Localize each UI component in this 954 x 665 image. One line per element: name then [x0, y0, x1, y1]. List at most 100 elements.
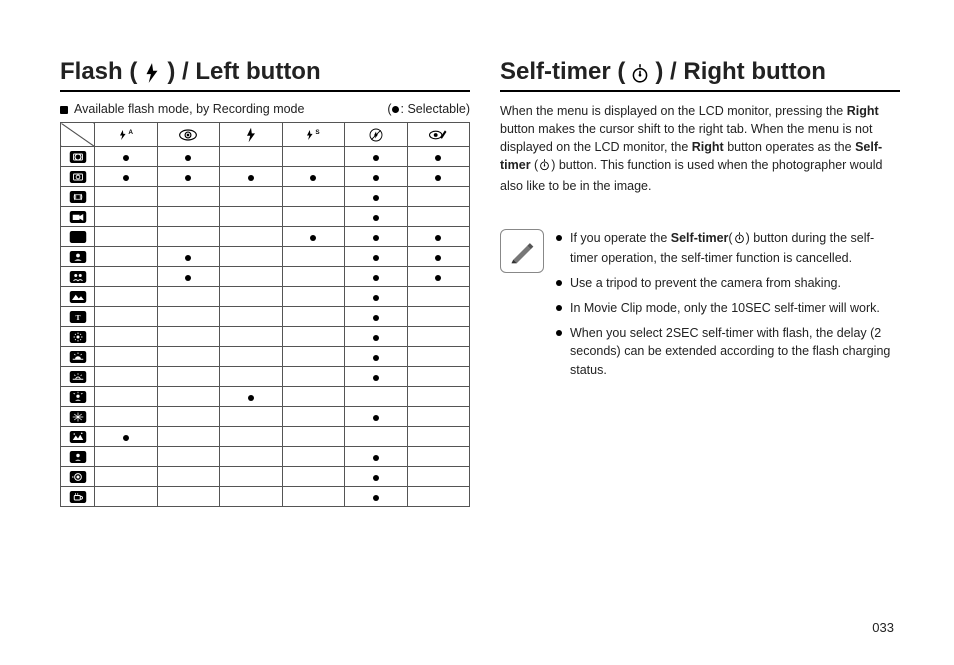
cell	[407, 287, 470, 307]
mode-icon-night	[61, 227, 95, 247]
table-caption-row: Available flash mode, by Recording mode …	[60, 102, 470, 116]
cell	[95, 467, 158, 487]
mode-icon-closeup	[61, 327, 95, 347]
cell	[95, 287, 158, 307]
cell	[157, 387, 220, 407]
mode-icon-cafe	[61, 487, 95, 507]
cell	[407, 407, 470, 427]
cell	[345, 227, 408, 247]
cell	[345, 427, 408, 447]
table-row	[61, 447, 470, 467]
cell	[282, 327, 345, 347]
mode-icon-backlight	[61, 387, 95, 407]
svg-text:T: T	[75, 313, 80, 322]
cell	[282, 447, 345, 467]
mode-icon-self-shot	[61, 447, 95, 467]
cell	[345, 467, 408, 487]
note-item: In Movie Clip mode, only the 10SEC self-…	[556, 299, 900, 318]
selftimer-paragraph: When the menu is displayed on the LCD mo…	[500, 102, 900, 195]
cell	[95, 247, 158, 267]
cell	[220, 407, 283, 427]
cell	[157, 327, 220, 347]
cell	[95, 387, 158, 407]
note-item: If you operate the Self-timer() button d…	[556, 229, 900, 269]
cell	[345, 167, 408, 187]
cell	[95, 307, 158, 327]
cell	[282, 467, 345, 487]
cell	[345, 187, 408, 207]
cell	[95, 207, 158, 227]
mode-icon-program	[61, 167, 95, 187]
cell	[282, 247, 345, 267]
cell	[345, 367, 408, 387]
cell	[220, 347, 283, 367]
table-row	[61, 167, 470, 187]
mode-icon-portrait	[61, 247, 95, 267]
cell	[282, 487, 345, 507]
cell	[407, 247, 470, 267]
heading-text: ) / Left button	[167, 58, 320, 86]
cell	[220, 327, 283, 347]
table-corner	[61, 123, 95, 147]
cell	[345, 247, 408, 267]
left-column: Flash ( ) / Left button Available flash …	[60, 58, 470, 645]
cell	[282, 427, 345, 447]
table-row	[61, 247, 470, 267]
table-row	[61, 347, 470, 367]
cell	[157, 487, 220, 507]
cell	[157, 407, 220, 427]
mode-icon-auto	[61, 147, 95, 167]
cell	[407, 387, 470, 407]
cell	[220, 287, 283, 307]
cell	[157, 367, 220, 387]
mode-icon-dual-is	[61, 187, 95, 207]
cell	[282, 147, 345, 167]
cell	[345, 287, 408, 307]
cell	[220, 487, 283, 507]
cell	[157, 287, 220, 307]
cell	[157, 187, 220, 207]
cell	[407, 427, 470, 447]
table-row	[61, 147, 470, 167]
cell	[282, 307, 345, 327]
right-column: Self-timer ( ) / Right button When the m…	[500, 58, 900, 645]
selftimer-heading: Self-timer ( ) / Right button	[500, 58, 900, 92]
cell	[407, 267, 470, 287]
cell	[345, 387, 408, 407]
heading-text: ) / Right button	[655, 58, 826, 86]
flash-heading: Flash ( ) / Left button	[60, 58, 470, 92]
table-row	[61, 407, 470, 427]
cell	[407, 467, 470, 487]
cell	[282, 387, 345, 407]
cell	[345, 487, 408, 507]
page-number: 033	[872, 620, 894, 635]
cell	[407, 307, 470, 327]
cell	[95, 227, 158, 247]
table-caption: Available flash mode, by Recording mode	[60, 102, 304, 116]
cell	[282, 187, 345, 207]
timer-icon	[538, 158, 551, 176]
cell	[407, 367, 470, 387]
timer-icon	[733, 231, 746, 250]
table-row	[61, 487, 470, 507]
cell	[345, 147, 408, 167]
cell	[220, 247, 283, 267]
cell	[220, 267, 283, 287]
cell	[95, 187, 158, 207]
cell	[95, 147, 158, 167]
cell	[95, 487, 158, 507]
col-redeye	[157, 123, 220, 147]
timer-icon	[629, 58, 651, 86]
cell	[220, 167, 283, 187]
cell	[220, 307, 283, 327]
cell	[220, 227, 283, 247]
cell	[345, 207, 408, 227]
cell	[95, 407, 158, 427]
cell	[282, 167, 345, 187]
cell	[157, 427, 220, 447]
cell	[282, 207, 345, 227]
mode-icon-fireworks	[61, 407, 95, 427]
table-row	[61, 467, 470, 487]
flash-bolt-icon	[141, 58, 163, 86]
cell	[157, 247, 220, 267]
